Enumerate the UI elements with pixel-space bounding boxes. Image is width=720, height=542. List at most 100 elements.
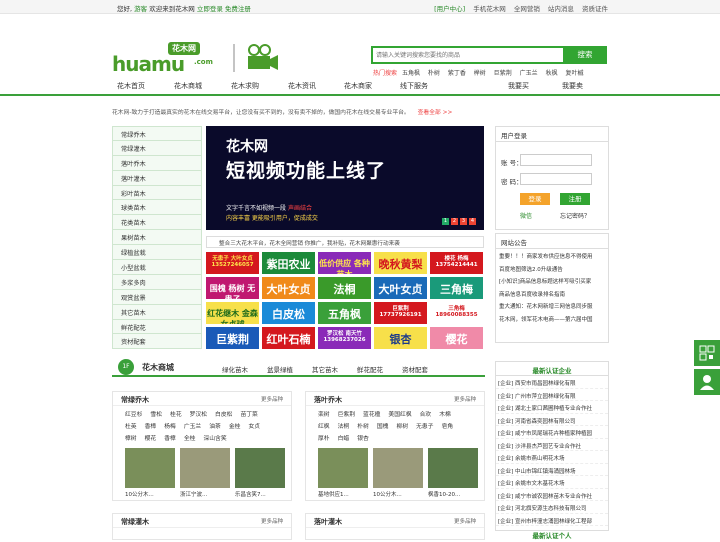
keyword-link[interactable]: 蓝花楹 (363, 409, 380, 421)
register-link[interactable]: 免费注册 (225, 5, 251, 13)
keyword-link[interactable]: 厚朴 (318, 433, 330, 445)
notice-item[interactable]: 百度地图筛选2.0升级通告 (496, 262, 608, 275)
keyword-link[interactable]: 樱花 (145, 433, 157, 445)
keyword-link[interactable]: 樟树 (125, 433, 137, 445)
keyword-link[interactable]: 红豆杉 (125, 409, 142, 421)
category-item[interactable]: 其它苗木 (112, 304, 202, 320)
user-center-link[interactable]: [用户中心] (434, 5, 465, 13)
keyword-link[interactable]: 法桐 (338, 421, 350, 433)
keyword-link[interactable]: 桂花 (170, 409, 182, 421)
ad-tile[interactable]: 巨紫荆 (206, 327, 259, 349)
notice-item[interactable]: 重要！！！商家发布供应信息不得使用 (496, 249, 608, 262)
nav-i-buy[interactable]: 我要买 (508, 81, 529, 91)
category-item[interactable]: 彩叶苗木 (112, 185, 202, 201)
notice-item[interactable]: 花木网，领军花木电商——第六届中国 (496, 312, 608, 325)
product-caption[interactable]: 枫香10-20... (428, 490, 478, 498)
ad-tile[interactable]: 大叶女贞 (374, 277, 427, 299)
product-thumbnail[interactable]: 枫香10-20... (428, 448, 478, 498)
keyword-link[interactable]: 杜英 (125, 421, 137, 433)
keyword-link[interactable]: 国槐 (377, 421, 389, 433)
nav-news[interactable]: 花木资讯 (288, 81, 316, 91)
category-item[interactable]: 资材配套 (112, 334, 202, 350)
keyword-link[interactable]: 杨梅 (164, 421, 176, 433)
notice-item[interactable]: 重大通知：花木网新增三网信息同步服 (496, 299, 608, 312)
keyword-link[interactable]: 巨紫荆 (338, 409, 355, 421)
notice-item[interactable]: [小知识]商品信息标题这样写吸引买家 (496, 274, 608, 287)
ad-tile[interactable]: 大叶女贞 (262, 277, 315, 299)
more-link[interactable]: 更多品种 (454, 395, 476, 403)
guest-link[interactable]: 游客 (134, 5, 147, 13)
keyword-link[interactable]: 美国红枫 (388, 409, 411, 421)
messages-link[interactable]: 站内消息 (548, 5, 574, 13)
register-button[interactable]: 注册 (560, 193, 590, 205)
qrcode-icon[interactable] (694, 340, 720, 366)
ad-tile[interactable]: 晚秋黄梨 (374, 252, 427, 274)
keyword-link[interactable]: 香樟 (164, 433, 176, 445)
cert-company-item[interactable]: [企业] 咸宁市凤尾瑞花卉种植家种植园 (496, 426, 608, 439)
category-item[interactable]: 多浆多肉 (112, 274, 202, 290)
cert-company-item[interactable]: [企业] 沙洋县杰芦园艺专业合作社 (496, 439, 608, 451)
keyword-link[interactable]: 栾树 (318, 409, 330, 421)
ad-tile[interactable]: 红花继木 金森女贞球 (206, 302, 259, 324)
floor-tab[interactable]: 绿化苗木 (222, 364, 248, 374)
floor-tab[interactable]: 盆景绿植 (267, 364, 293, 374)
category-item[interactable]: 常绿灌木 (112, 140, 202, 156)
cert-company-item[interactable]: [企业] 河北旗安源生态科技有限公司 (496, 501, 608, 514)
ad-tile[interactable]: 法桐 (318, 277, 371, 299)
nav-home[interactable]: 花木首页 (117, 81, 145, 91)
keyword-link[interactable]: 木棉 (439, 409, 451, 421)
forgot-password-link[interactable]: 忘记密码？ (560, 211, 590, 220)
category-item[interactable]: 绿植盆栽 (112, 245, 202, 261)
intro-more-link[interactable]: 查看全部 >> (418, 110, 453, 116)
ad-tile[interactable]: 低价供应 各种苗木 (318, 252, 371, 274)
ad-tile[interactable]: 三角梅 (430, 277, 483, 299)
product-thumbnail[interactable]: 10公分木... (373, 448, 423, 498)
keyword-link[interactable]: 红枫 (318, 421, 330, 433)
keyword-link[interactable]: 合欢 (420, 409, 432, 421)
cert-company-item[interactable]: [企业] 河南省森奕园林有限公司 (496, 414, 608, 426)
product-caption[interactable]: 10公分木... (125, 490, 175, 498)
ad-tile[interactable]: 银杏 (374, 327, 427, 349)
service-avatar-icon[interactable] (694, 369, 720, 395)
cert-link[interactable]: 资质证件 (582, 5, 608, 13)
account-field[interactable] (520, 154, 592, 166)
category-item[interactable]: 花类苗木 (112, 215, 202, 231)
search-input[interactable] (373, 48, 563, 62)
keyword-link[interactable]: 银杏 (357, 433, 369, 445)
ad-tile[interactable]: 国槐 杨树 无患子 (206, 277, 259, 299)
product-thumbnail[interactable]: 乐昌含笑7... (235, 448, 285, 498)
ad-tile[interactable]: 樱花 (430, 327, 483, 349)
password-field[interactable] (520, 173, 592, 185)
marketing-link[interactable]: 全网营销 (514, 5, 540, 13)
keyword-link[interactable]: 罗汉松 (190, 409, 207, 421)
product-thumbnail[interactable]: 10公分木... (125, 448, 175, 498)
ad-tile[interactable]: 楼花 杨梅 13754214441 (430, 252, 483, 274)
ad-tile[interactable]: 红叶石楠 (262, 327, 315, 349)
ad-tile[interactable]: 三角梅 18960088355 (430, 302, 483, 324)
mobile-link[interactable]: 手机花木网 (473, 5, 506, 13)
product-thumbnail[interactable]: 浙江宁波... (180, 448, 230, 498)
keyword-link[interactable]: 白皮松 (215, 409, 232, 421)
notice-item[interactable]: 商品信息百度收录排名指南 (496, 287, 608, 300)
more-link[interactable]: 更多品种 (261, 517, 283, 525)
product-caption[interactable]: 浙江宁波... (180, 490, 230, 498)
keyword-link[interactable]: 无患子 (416, 421, 433, 433)
cert-company-item[interactable]: [企业] 咸宁市诚农园林苗木专业合作社 (496, 489, 608, 501)
keyword-link[interactable]: 朴树 (357, 421, 369, 433)
floor-tab[interactable]: 鲜花配花 (357, 364, 383, 374)
wechat-login-link[interactable]: 微信 (520, 211, 532, 220)
keyword-link[interactable]: 香樟 (145, 421, 157, 433)
keyword-link[interactable]: 深山含笑 (203, 433, 226, 445)
product-caption[interactable]: 乐昌含笑7... (235, 490, 285, 498)
cert-company-item[interactable]: [企业] 宣州市梓潼志涌园林绿化工程部 (496, 514, 608, 526)
keyword-link[interactable]: 金桂 (229, 421, 241, 433)
keyword-link[interactable]: 广玉兰 (184, 421, 201, 433)
login-button[interactable]: 登录 (520, 193, 550, 205)
ad-tile[interactable]: 罗汉松 南天竹 13968237026 (318, 327, 371, 349)
category-item[interactable]: 小型盆栽 (112, 260, 202, 275)
product-caption[interactable]: 10公分木... (373, 490, 423, 498)
product-thumbnail[interactable]: 基地供应1... (318, 448, 368, 498)
cert-company-item[interactable]: [企业] 余姚市文木基花木场 (496, 476, 608, 489)
keyword-link[interactable]: 苗丁菜 (240, 409, 257, 421)
category-item[interactable]: 果树苗木 (112, 230, 202, 246)
